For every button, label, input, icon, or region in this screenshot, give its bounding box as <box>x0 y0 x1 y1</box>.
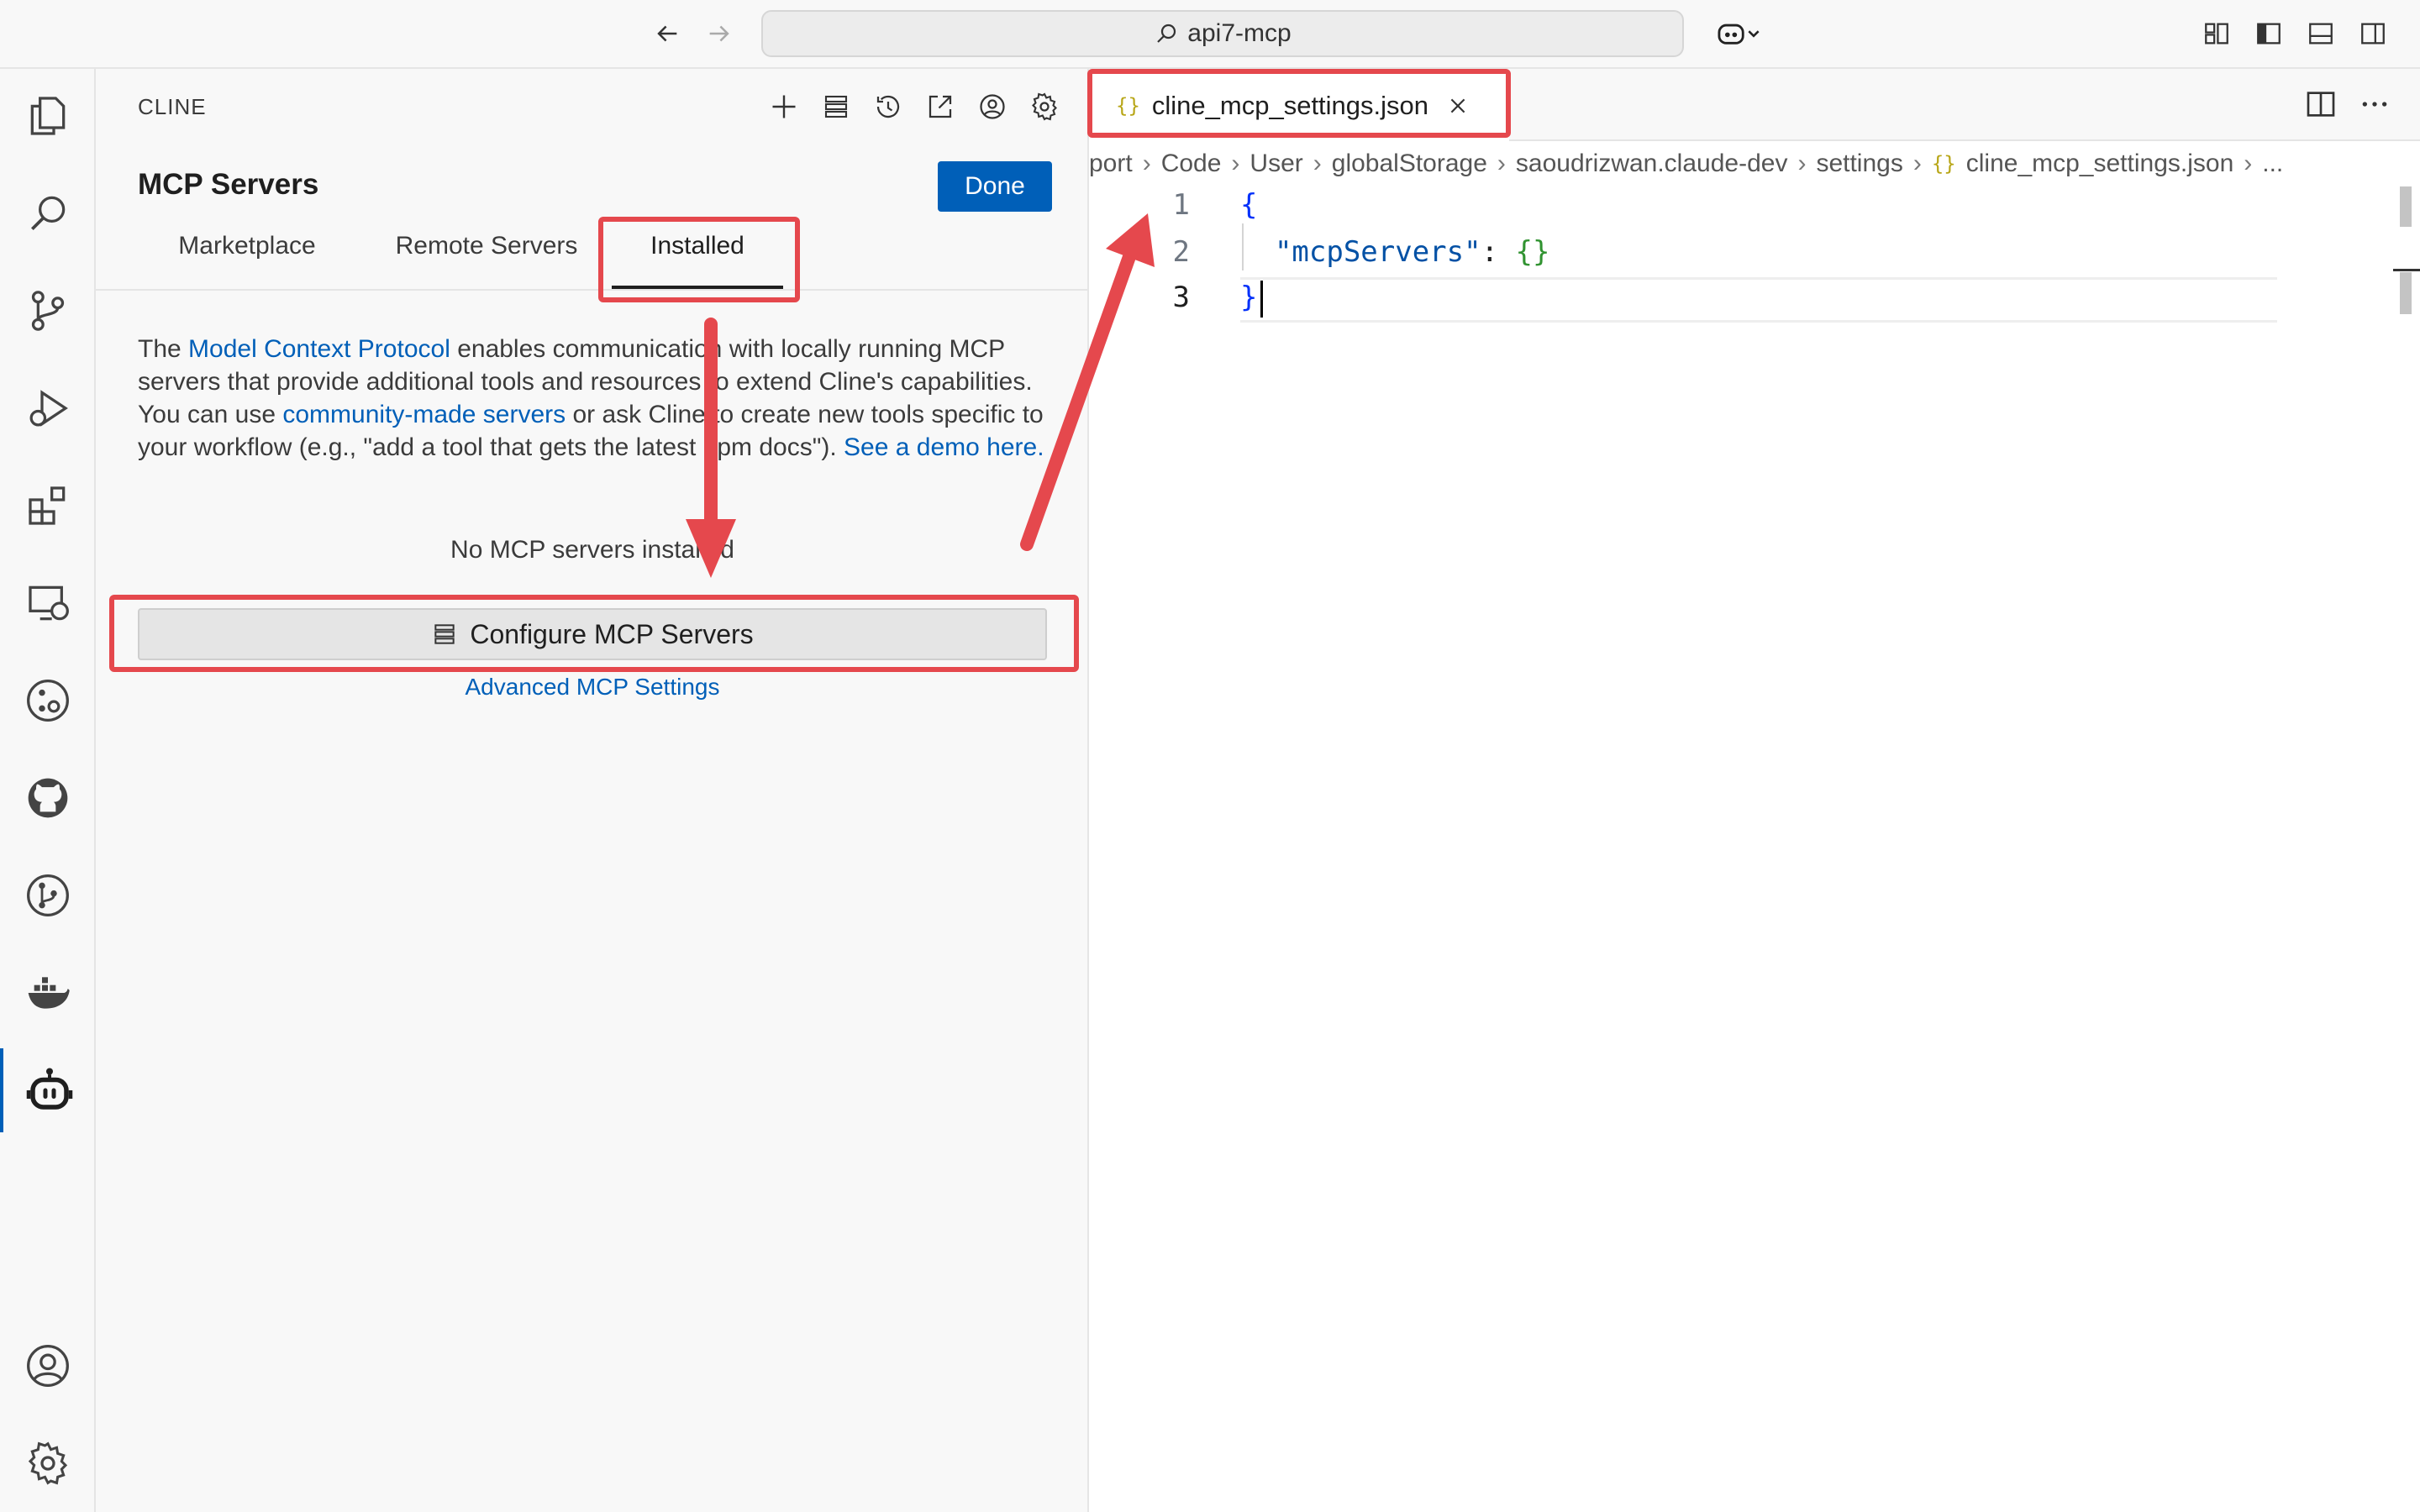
annotation-arrows <box>686 213 1155 578</box>
